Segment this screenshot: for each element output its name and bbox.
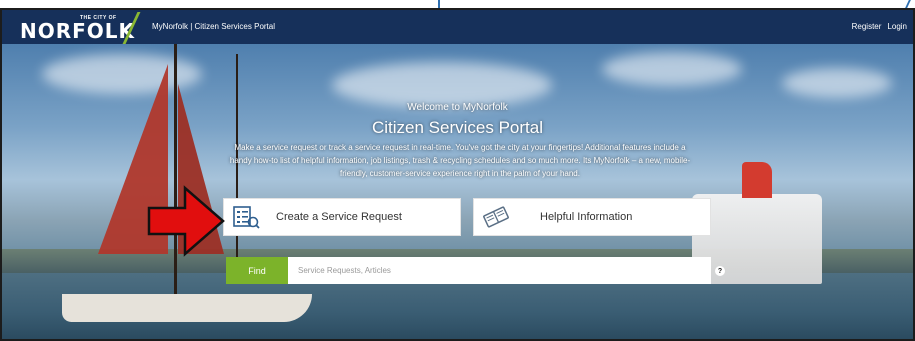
boat-hull: [62, 294, 312, 322]
mast: [174, 44, 177, 304]
helpful-information-label: Helpful Information: [540, 211, 633, 223]
red-arrow-icon: [147, 185, 225, 257]
form-icon: [224, 205, 268, 229]
helpful-information-button[interactable]: Helpful Information: [473, 198, 711, 236]
login-link[interactable]: Login: [887, 22, 907, 31]
portal-name[interactable]: MyNorfolk | Citizen Services Portal: [152, 22, 275, 31]
welcome-text: Welcome to MyNorfolk: [407, 102, 508, 113]
cruise-ship: [692, 194, 822, 284]
logo-text: NORFOLK: [20, 19, 136, 43]
ship-stack: [742, 162, 772, 198]
hero-banner: Welcome to MyNorfolk Citizen Services Po…: [2, 44, 913, 339]
book-icon: [474, 206, 518, 228]
top-mark: [905, 0, 911, 8]
screenshot-frame: THE CITY OF NORFOLK MyNorfolk | Citizen …: [0, 8, 915, 341]
page-title: Citizen Services Portal: [371, 118, 543, 137]
header-links: Register Login: [852, 22, 907, 31]
site-header: THE CITY OF NORFOLK MyNorfolk | Citizen …: [2, 10, 913, 44]
norfolk-logo[interactable]: THE CITY OF NORFOLK: [20, 15, 134, 43]
register-link[interactable]: Register: [852, 22, 882, 31]
cloud: [602, 52, 742, 86]
cloud: [782, 68, 892, 98]
top-strip: [0, 0, 915, 8]
top-mark: [438, 0, 440, 8]
portal-description: Make a service request or track a servic…: [229, 143, 691, 178]
create-service-request-label: Create a Service Request: [276, 211, 402, 223]
find-button[interactable]: Find: [226, 257, 288, 284]
create-service-request-button[interactable]: Create a Service Request: [223, 198, 461, 236]
help-icon[interactable]: ?: [715, 266, 725, 276]
search-input[interactable]: [288, 257, 711, 284]
